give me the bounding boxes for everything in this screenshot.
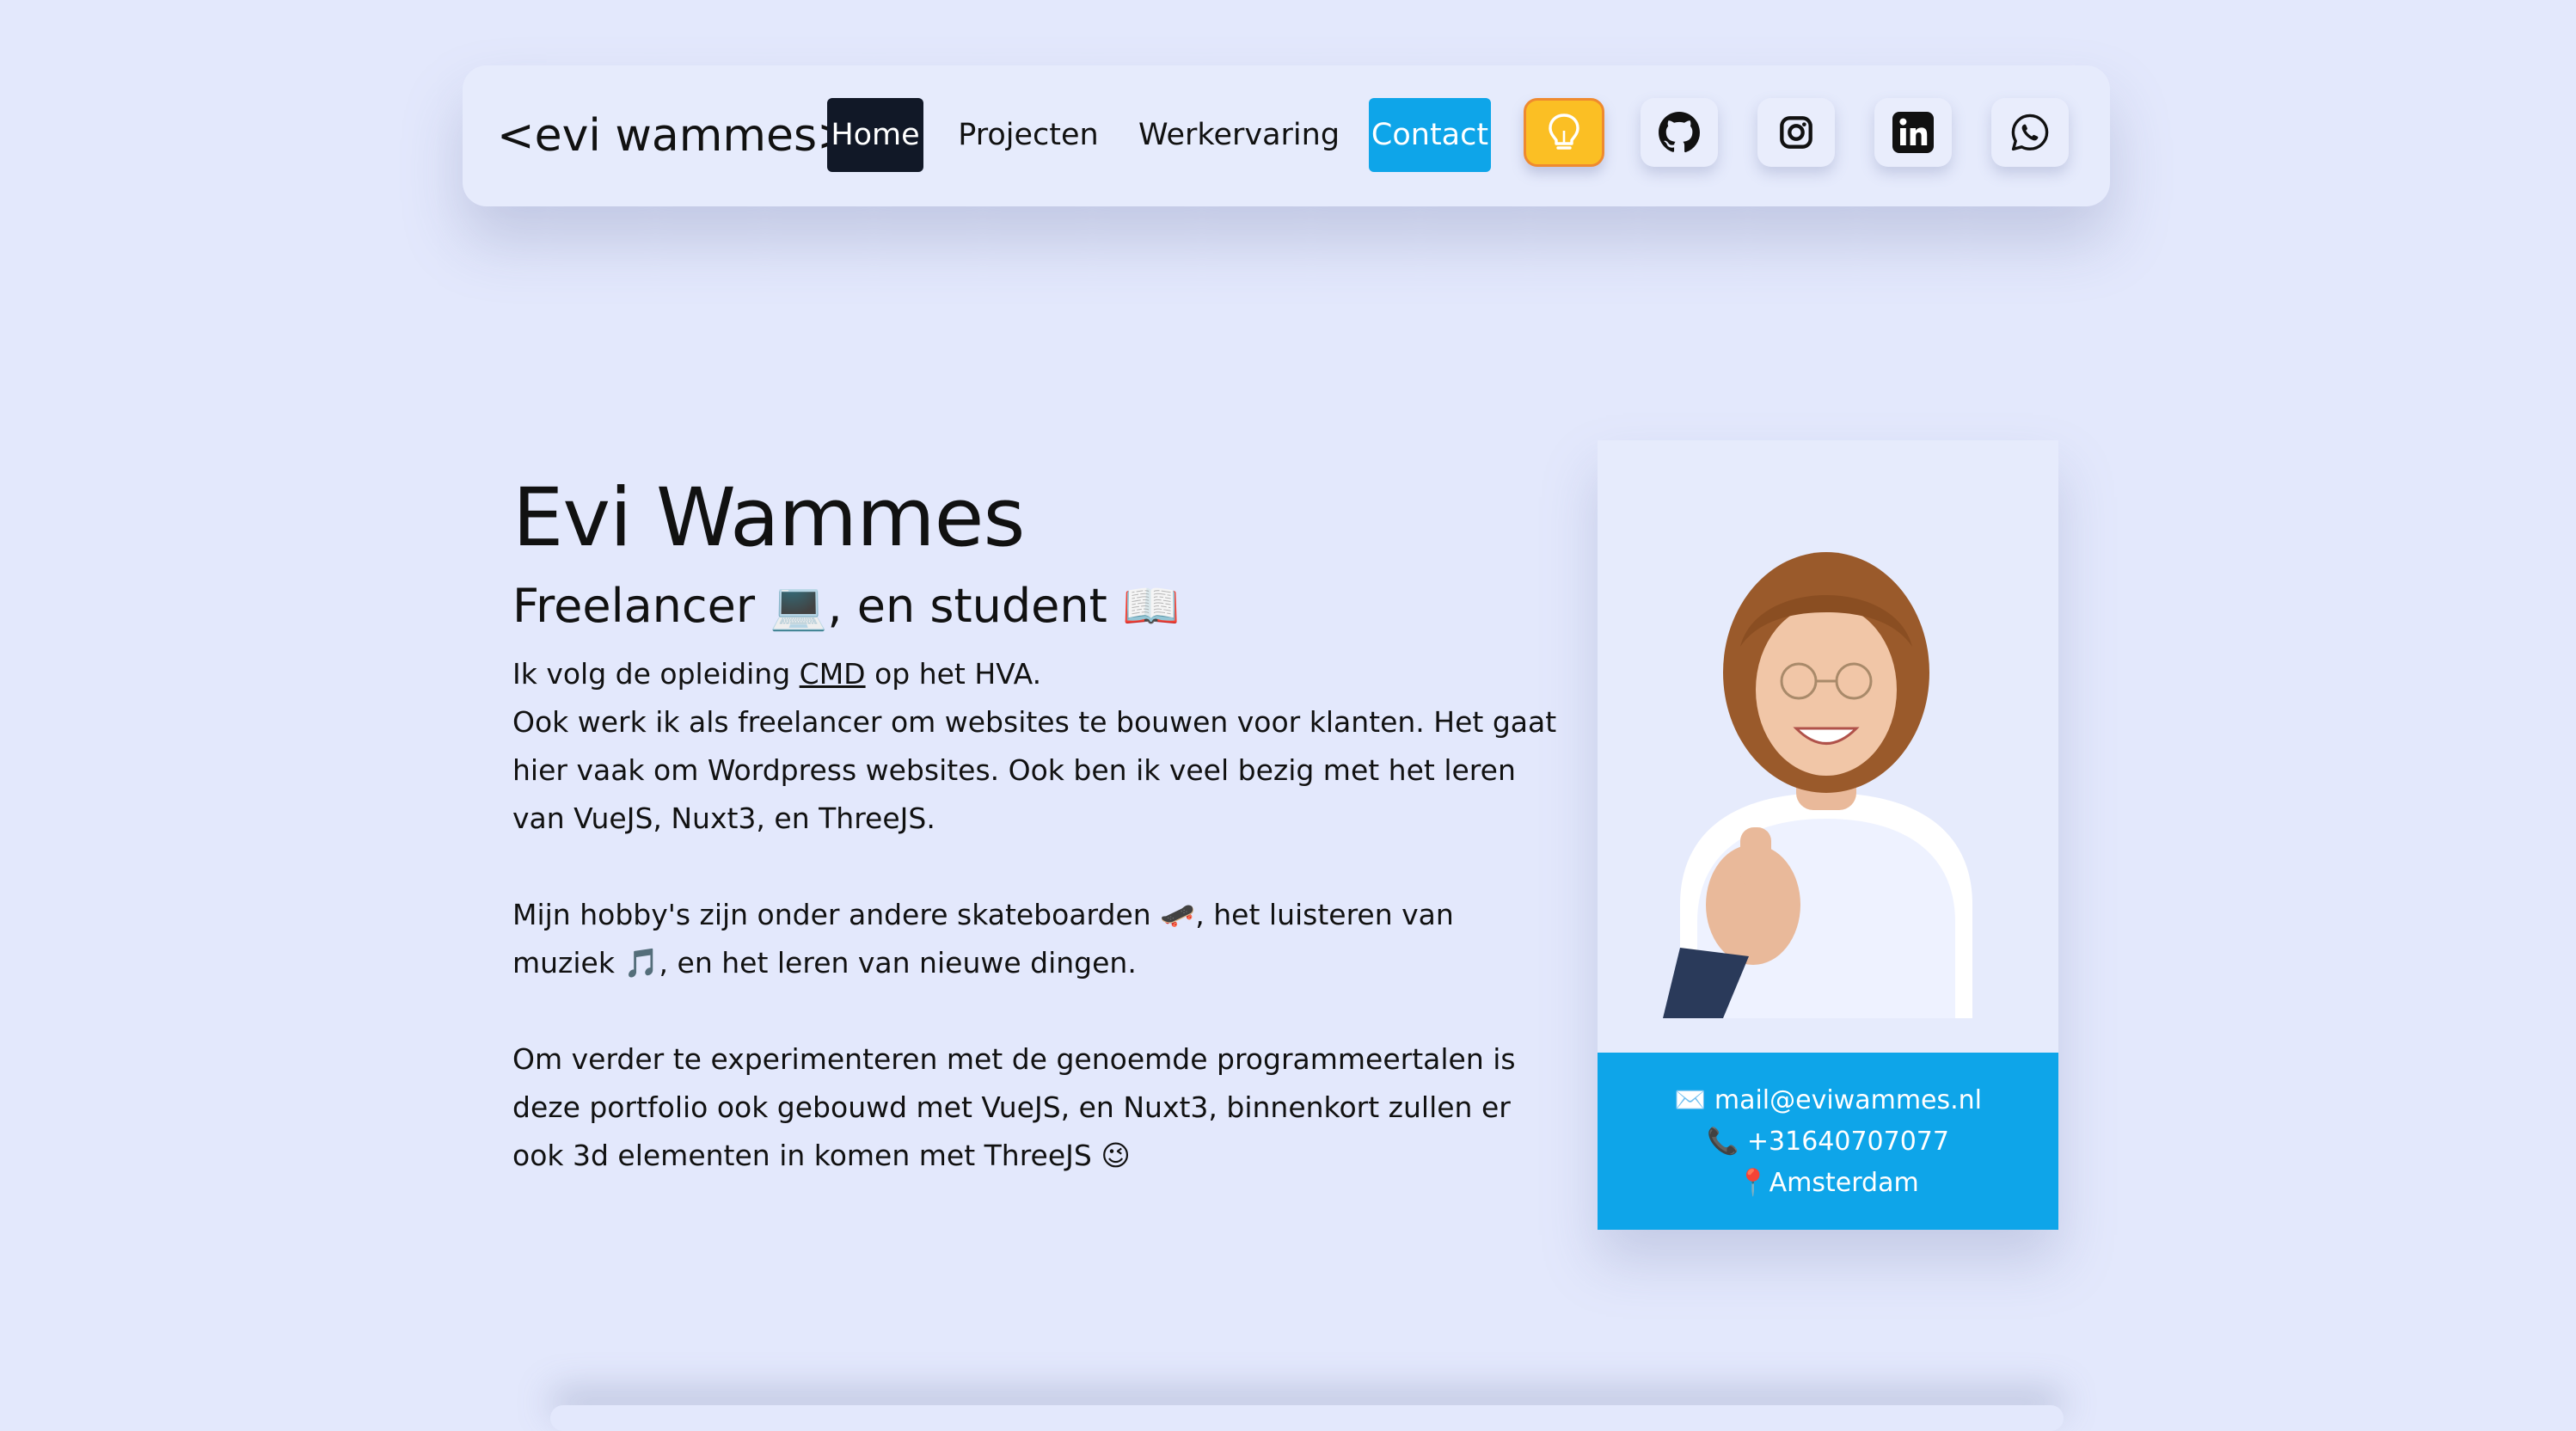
profile-card: ✉️ mail@eviwammes.nl 📞 +31640707077 📍Ams… [1598, 440, 2058, 1230]
nav-contact-button[interactable]: Contact [1369, 98, 1491, 172]
linkedin-button[interactable] [1874, 98, 1952, 167]
whatsapp-button[interactable] [1991, 98, 2069, 167]
page-title: Evi Wammes [512, 471, 1026, 565]
cmd-link[interactable]: CMD [800, 657, 866, 691]
portfolio-paragraph: Om verder te experimenteren met de genoe… [512, 1042, 1516, 1172]
lightbulb-icon [1549, 114, 1579, 150]
intro-text-end: op het HVA. [865, 657, 1042, 691]
hero-content: Evi Wammes Freelancer 💻, en student 📖 Ik… [512, 464, 1561, 1228]
phone-link[interactable]: 📞 +31640707077 [1598, 1121, 2058, 1163]
intro-text-start: Ik volg de opleiding [512, 657, 800, 691]
email-link[interactable]: ✉️ mail@eviwammes.nl [1598, 1080, 2058, 1121]
site-logo[interactable]: <evi wammes> [497, 108, 855, 163]
nav-projecten-link[interactable]: Projecten [951, 98, 1106, 172]
profile-photo [1663, 552, 1972, 1018]
contact-info-box: ✉️ mail@eviwammes.nl 📞 +31640707077 📍Ams… [1598, 1053, 2058, 1230]
next-section-edge [550, 1405, 2064, 1431]
intro-paragraph: Ik volg de opleiding CMD op het HVA. Ook… [512, 650, 1561, 843]
github-button[interactable] [1641, 98, 1718, 167]
location-text: 📍Amsterdam [1737, 1168, 1919, 1198]
page-subtitle: Freelancer 💻, en student 📖 [512, 579, 1181, 633]
instagram-icon [1780, 116, 1812, 149]
hobbies-paragraph: Mijn hobby's zijn onder andere skateboar… [512, 898, 1454, 980]
github-icon [1659, 112, 1700, 153]
freelance-text: Ook werk ik als freelancer om websites t… [512, 705, 1557, 835]
nav-werkervaring-link[interactable]: Werkervaring [1132, 98, 1346, 172]
whatsapp-icon [2011, 114, 2049, 151]
instagram-button[interactable] [1757, 98, 1835, 167]
linkedin-icon [1892, 112, 1934, 153]
theme-toggle-button[interactable] [1524, 98, 1604, 167]
navbar: <evi wammes> Home Projecten Werkervaring… [463, 65, 2110, 206]
nav-home-link[interactable]: Home [827, 98, 923, 172]
